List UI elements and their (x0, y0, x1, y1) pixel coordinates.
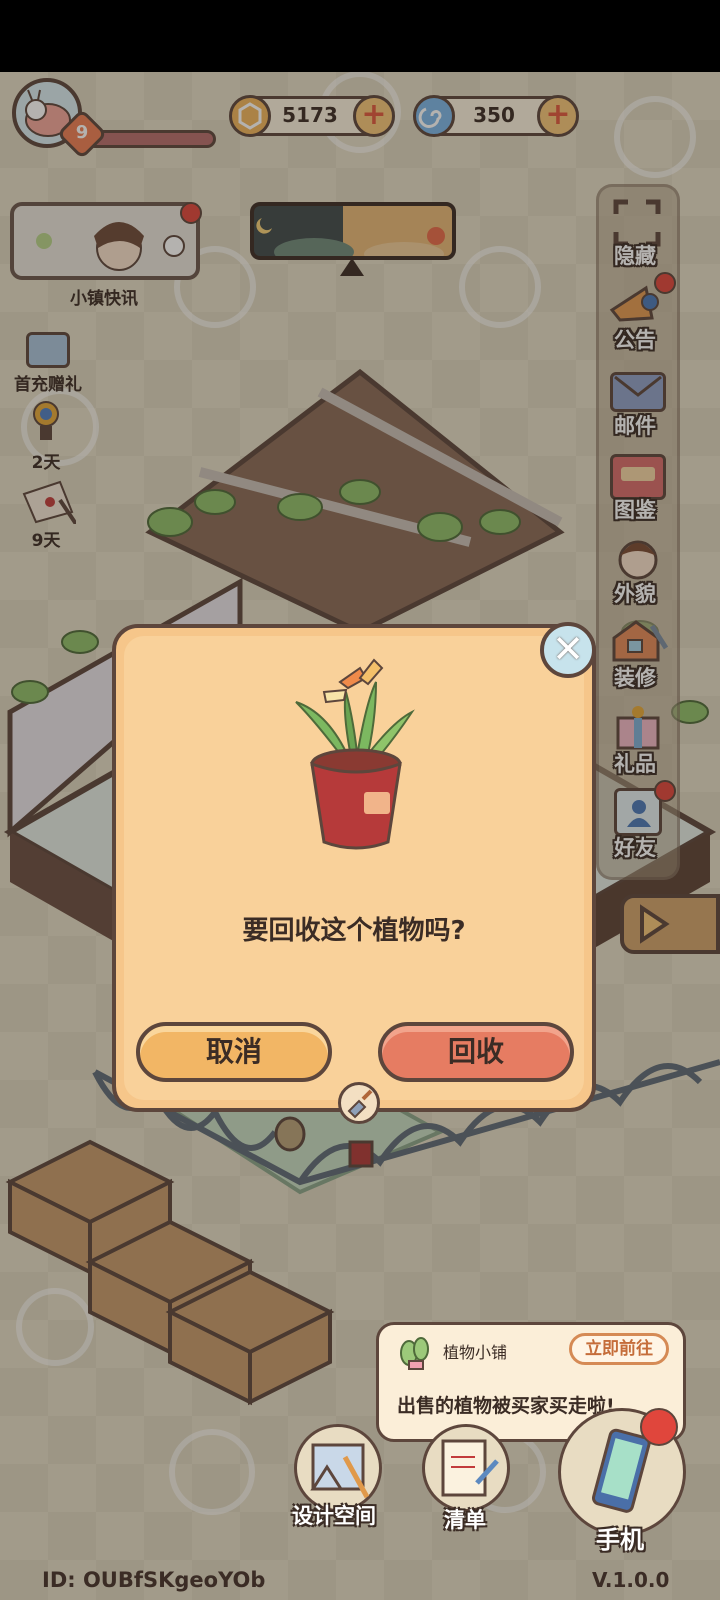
plant-shop-icon (400, 1337, 429, 1370)
design-space-label[interactable]: 设计空间 (292, 1500, 376, 1530)
list-label[interactable]: 清单 (444, 1504, 486, 1534)
blueprint-icon (310, 1443, 370, 1499)
player-id: ID: OUBfSKgeoYOb (42, 1568, 266, 1592)
shop-name: 植物小铺 (443, 1343, 508, 1362)
trowel-icon[interactable] (338, 1082, 380, 1124)
close-icon: ✕ (552, 627, 584, 671)
version-label: V.1.0.0 (592, 1568, 670, 1592)
recycle-button[interactable]: 回收 (378, 1022, 574, 1082)
design-space-button[interactable] (294, 1424, 382, 1512)
game-scene[interactable]: 9 5173 + 350 + 小镇快讯 首充赠礼 2天 9天 隐藏 公告 邮件 … (0, 72, 720, 1600)
close-dialog-button[interactable]: ✕ (540, 622, 596, 678)
notepad-icon (441, 1439, 499, 1497)
potted-plant-image (295, 658, 415, 850)
list-button[interactable] (422, 1424, 510, 1512)
dialog-question: 要回收这个植物吗? (242, 916, 466, 946)
recycle-dialog: 要回收这个植物吗? 取消 回收 (112, 624, 596, 1112)
go-now-button[interactable]: 立即前往 (569, 1333, 669, 1365)
phone-label[interactable]: 手机 (596, 1520, 644, 1555)
phone-badge (640, 1408, 678, 1446)
status-bar (0, 0, 720, 72)
cancel-button[interactable]: 取消 (136, 1022, 332, 1082)
